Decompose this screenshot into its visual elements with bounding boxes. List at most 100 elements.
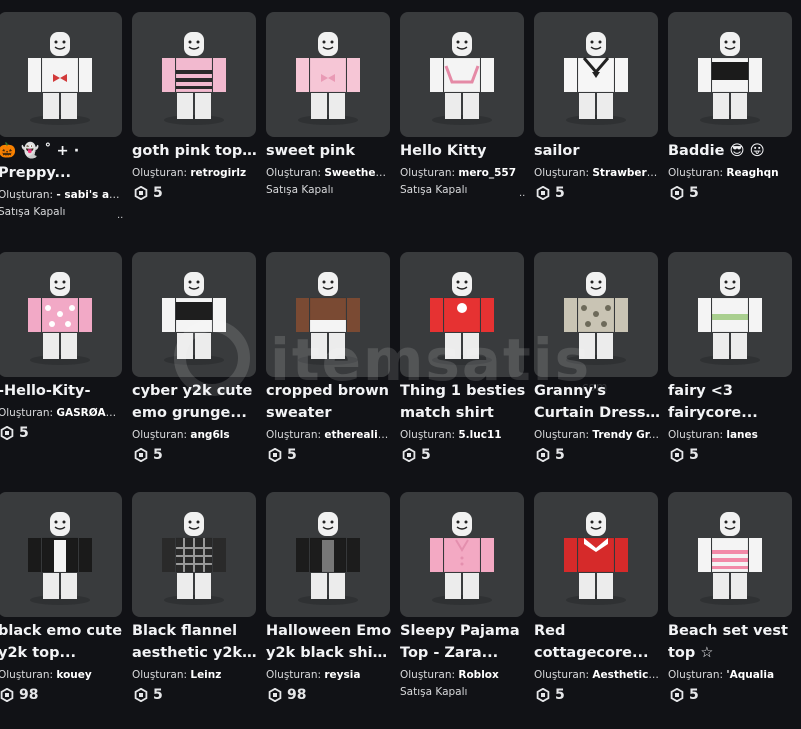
item-creator[interactable]: Oluşturan: Sweethea... [266,166,392,180]
item-title[interactable]: Granny's Curtain Dress... [534,380,660,424]
item-creator[interactable]: Oluşturan: Reaghqn [668,166,794,180]
item-thumbnail[interactable] [534,252,658,377]
item-card[interactable]: Baddie 😎 😛 Oluşturan: Reaghqn 5 [668,0,794,226]
item-title[interactable]: Beach set vest top ☆ [668,620,794,664]
item-creator[interactable]: Oluşturan: 5.luc11 [400,428,526,442]
creator-name[interactable]: Strawberr... [592,167,660,179]
item-creator[interactable]: Oluşturan: Roblox [400,668,526,682]
item-title-line: aesthetic y2k... [132,645,258,661]
creator-name[interactable]: Roblox [458,669,498,681]
item-card[interactable]: Beach set vest top ☆ Oluşturan: 'Aqualia 5 [668,480,794,706]
item-card[interactable]: Black flannel aesthetic y2k... Oluşturan: … [132,480,258,706]
item-card[interactable]: 🎃 👻 ˚ + · Preppy... Oluşturan: - sabi's ap… [0,0,124,226]
item-title[interactable]: Thing 1 besties match shirt [400,380,526,424]
item-title[interactable]: cyber y2k cute emo grunge... [132,380,258,424]
item-creator[interactable]: Oluşturan: Trendy Gr... [534,428,660,442]
item-card[interactable]: Sleepy Pajama Top - Zara... Oluşturan: Rob… [400,480,526,706]
item-price: 5 [0,424,29,442]
item-card[interactable]: goth pink top .*+ Oluşturan: retrogirlz 5 [132,0,258,226]
item-title[interactable]: Hello Kitty [400,140,526,162]
item-card[interactable]: Granny's Curtain Dress... Oluşturan: Trend… [534,240,660,466]
item-title[interactable]: Halloween Emo y2k black shirt... [266,620,392,664]
item-thumbnail[interactable] [400,12,524,137]
item-title[interactable]: Red cottagecore... [534,620,660,664]
item-thumbnail[interactable] [266,492,390,617]
creator-name[interactable]: reysia [324,669,360,681]
item-thumbnail[interactable] [668,492,792,617]
item-title[interactable]: Sleepy Pajama Top - Zara... [400,620,526,664]
creator-name[interactable]: etherealit... [324,429,392,441]
creator-name[interactable]: retrogirlz [190,167,246,179]
item-creator[interactable]: Oluşturan: ang6ls [132,428,258,442]
creator-name[interactable]: lanes [726,429,758,441]
item-title[interactable]: goth pink top .*+ [132,140,258,162]
item-creator[interactable]: Oluşturan: 'Aqualia [668,668,794,682]
item-thumbnail[interactable] [400,492,524,617]
creator-name[interactable]: Aesthetic... [592,669,660,681]
item-creator[interactable]: Oluşturan: reysia [266,668,392,682]
item-card[interactable]: fairy <3 fairycore... Oluşturan: lanes 5 [668,240,794,466]
creator-prefix: Oluşturan: [534,429,590,441]
item-thumbnail[interactable] [132,492,256,617]
creator-name[interactable]: Reaghqn [726,167,778,179]
item-title[interactable]: black emo cute y2k top... [0,620,124,664]
item-thumbnail[interactable] [400,252,524,377]
item-creator[interactable]: Oluşturan: Strawberr... [534,166,660,180]
item-title[interactable]: fairy <3 fairycore... [668,380,794,424]
item-creator[interactable]: Oluşturan: GASRØAD... [0,406,124,420]
item-card[interactable]: black emo cute y2k top... Oluşturan: kouey… [0,480,124,706]
item-creator[interactable]: Oluşturan: retrogirlz [132,166,258,180]
creator-name[interactable]: - sabi's ap... [56,189,124,201]
creator-name[interactable]: 'Aqualia [726,669,774,681]
item-title-line: Baddie 😎 😛 [668,143,765,159]
item-thumbnail[interactable] [668,12,792,137]
item-card[interactable]: sweet pink Oluşturan: Sweethea... Satışa K… [266,0,392,226]
item-creator[interactable]: Oluşturan: mero_557 [400,166,526,180]
creator-name[interactable]: 5.luc11 [458,429,501,441]
item-creator[interactable]: Oluşturan: - sabi's ap... [0,188,124,202]
creator-name[interactable]: ang6ls [190,429,229,441]
item-card[interactable]: -Hello-Kity- Oluşturan: GASRØAD... 5 [0,240,124,466]
item-creator[interactable]: Oluşturan: lanes [668,428,794,442]
item-thumbnail[interactable] [534,492,658,617]
item-title-line: Thing 1 besties [400,383,526,399]
creator-name[interactable]: Sweethea... [324,167,392,179]
item-creator[interactable]: Oluşturan: kouey [0,668,124,682]
item-thumbnail[interactable] [534,12,658,137]
creator-name[interactable]: Trendy Gr... [592,429,660,441]
item-card[interactable]: sailor Oluşturan: Strawberr... 5 [534,0,660,226]
item-thumbnail[interactable] [668,252,792,377]
creator-name[interactable]: GASRØAD... [56,407,124,419]
creator-name[interactable]: kouey [56,669,91,681]
item-card[interactable]: cropped brown sweater Oluşturan: ethereali… [266,240,392,466]
avatar-image [698,512,762,605]
item-thumbnail[interactable] [132,252,256,377]
item-creator[interactable]: Oluşturan: etherealit... [266,428,392,442]
item-title[interactable]: cropped brown sweater [266,380,392,424]
item-card[interactable]: Red cottagecore... Oluşturan: Aesthetic...… [534,480,660,706]
item-title[interactable]: Baddie 😎 😛 [668,140,794,162]
item-title[interactable]: 🎃 👻 ˚ + · Preppy... [0,140,124,184]
item-title-line: Black flannel [132,623,238,639]
item-card[interactable]: Hello Kitty Oluşturan: mero_557 Satışa Kap… [400,0,526,226]
creator-name[interactable]: Leinz [190,669,221,681]
item-title[interactable]: Black flannel aesthetic y2k... [132,620,258,664]
item-thumbnail[interactable] [132,12,256,137]
item-card[interactable]: cyber y2k cute emo grunge... Oluşturan: an… [132,240,258,466]
creator-name[interactable]: mero_557 [458,167,516,179]
item-title[interactable]: -Hello-Kity- [0,380,124,402]
avatar-image [28,272,92,365]
item-thumbnail[interactable] [0,492,122,617]
item-thumbnail[interactable] [266,12,390,137]
item-creator[interactable]: Oluşturan: Aesthetic... [534,668,660,682]
item-creator[interactable]: Oluşturan: Leinz [132,668,258,682]
item-card[interactable]: Halloween Emo y2k black shirt... Oluşturan… [266,480,392,706]
item-title[interactable]: sweet pink [266,140,392,162]
creator-prefix: Oluşturan: [668,429,724,441]
item-card[interactable]: Thing 1 besties match shirt Oluşturan: 5.l… [400,240,526,466]
offsale-label: Satışa Kapalı [0,206,66,218]
item-thumbnail[interactable] [0,252,122,377]
item-thumbnail[interactable] [0,12,122,137]
item-title[interactable]: sailor [534,140,660,162]
item-thumbnail[interactable] [266,252,390,377]
